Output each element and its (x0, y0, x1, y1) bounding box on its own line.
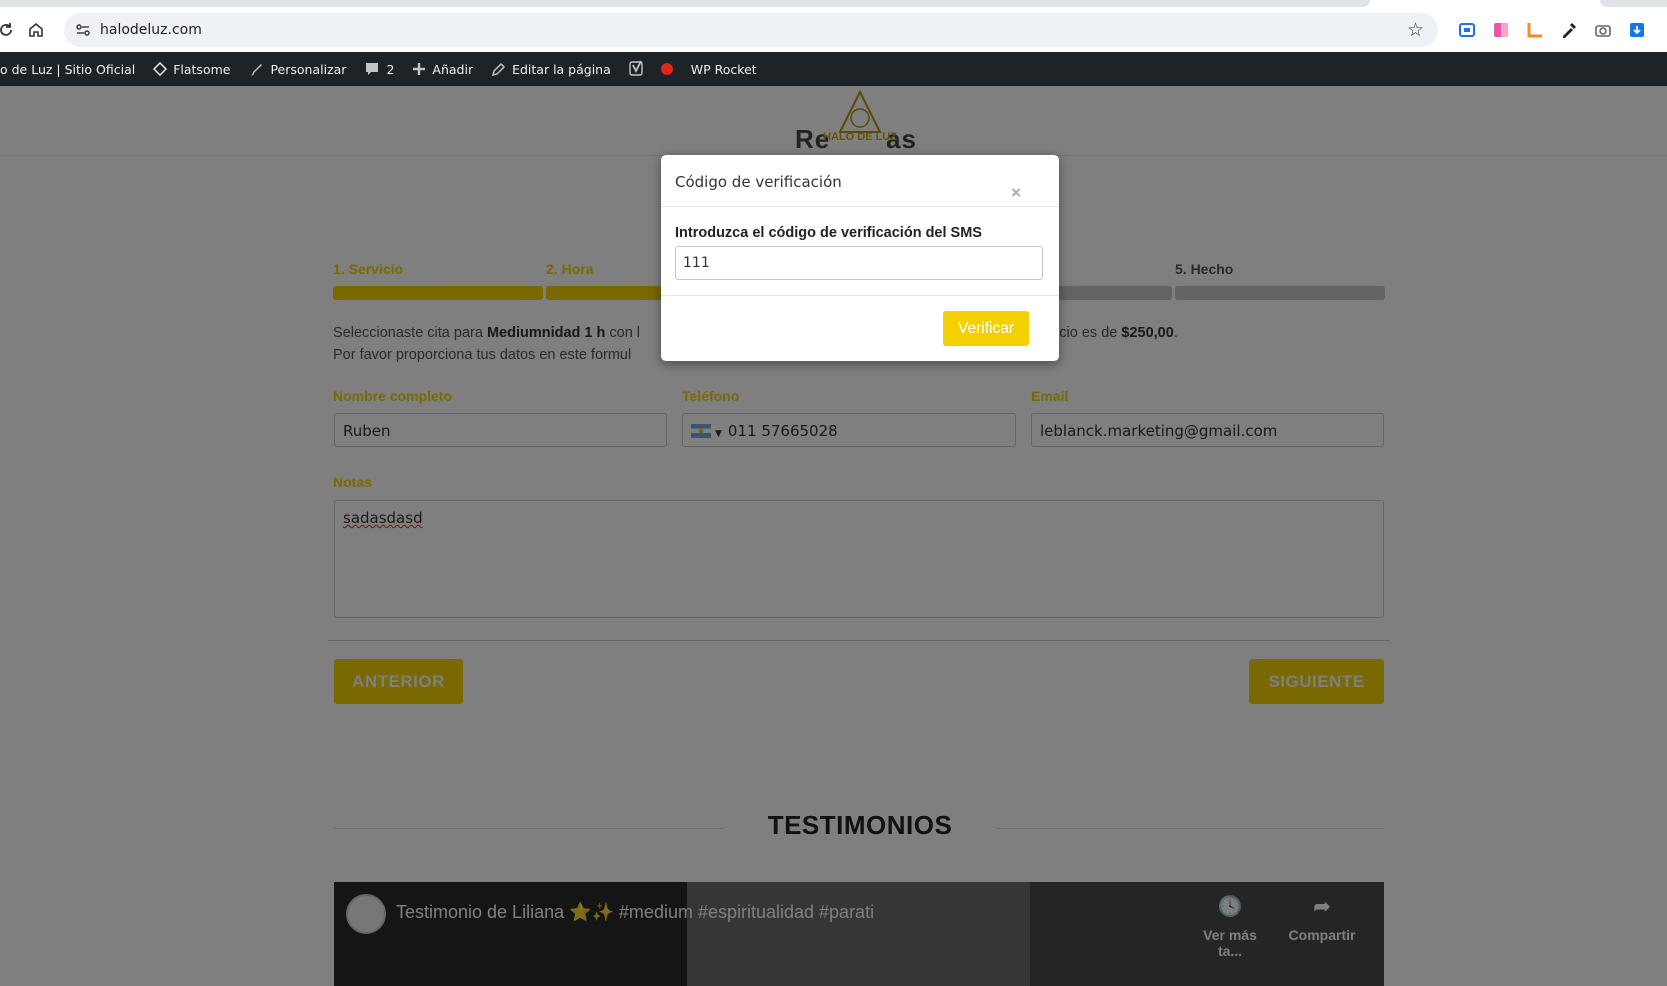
admin-bar-flatsome[interactable]: Flatsome (153, 52, 230, 86)
extension-icon-2[interactable] (1491, 20, 1511, 40)
admin-bar-comments[interactable]: 2 (364, 52, 394, 86)
close-icon[interactable]: × (1011, 183, 1021, 203)
edit-page-label: Editar la página (512, 61, 611, 77)
admin-bar-wp-rocket[interactable]: WP Rocket (691, 52, 757, 86)
wp-admin-bar: o de Luz | Sitio Oficial Flatsome Person… (0, 52, 1667, 86)
verification-modal: Código de verificación × Introduzca el c… (661, 155, 1059, 361)
home-icon[interactable] (24, 18, 48, 42)
admin-bar-site-name[interactable]: o de Luz | Sitio Oficial (0, 52, 135, 86)
pencil-icon (492, 62, 506, 76)
site-info-icon[interactable] (74, 21, 92, 39)
tab-strip (0, 0, 1370, 7)
url-text[interactable]: halodeluz.com (100, 22, 202, 38)
yoast-icon (629, 60, 643, 76)
wp-rocket-label: WP Rocket (690, 61, 757, 77)
tab-strip-right (1600, 0, 1667, 7)
diamond-icon (153, 62, 168, 76)
seo-status-dot (660, 63, 673, 75)
eyedropper-icon[interactable] (1559, 20, 1579, 40)
admin-bar-add-new[interactable]: Añadir (412, 52, 473, 86)
add-new-label: Añadir (432, 61, 474, 77)
star-icon[interactable]: ☆ (1407, 19, 1424, 42)
verify-button[interactable]: Verificar (943, 311, 1029, 346)
modal-footer-divider (661, 295, 1059, 296)
download-icon[interactable] (1627, 20, 1647, 40)
sms-code-label: Introduzca el código de verificación del… (675, 225, 982, 241)
modal-header: Código de verificación × (661, 155, 1059, 207)
admin-bar-personalizar[interactable]: Personalizar (248, 52, 346, 86)
site-name-label[interactable]: o de Luz | Sitio Oficial (0, 62, 135, 77)
admin-bar-yoast[interactable] (629, 52, 651, 86)
address-bar[interactable]: halodeluz.com ☆ (64, 13, 1438, 47)
camera-icon[interactable] (1593, 20, 1613, 40)
brush-icon (250, 64, 263, 76)
modal-title: Código de verificación (675, 173, 842, 191)
plus-icon (413, 63, 426, 75)
extension-icon-1[interactable] (1457, 20, 1477, 40)
reload-icon[interactable] (0, 18, 18, 42)
extension-icon-3[interactable] (1525, 20, 1545, 40)
sms-code-input[interactable]: 111 (675, 246, 1043, 280)
browser-toolbar: halodeluz.com ☆ (0, 0, 1667, 52)
comment-icon (366, 63, 379, 75)
admin-bar-edit-page[interactable]: Editar la página (491, 52, 611, 86)
flatsome-label: Flatsome (173, 61, 231, 77)
comments-count: 2 (386, 61, 395, 77)
personalizar-label: Personalizar (270, 61, 347, 77)
